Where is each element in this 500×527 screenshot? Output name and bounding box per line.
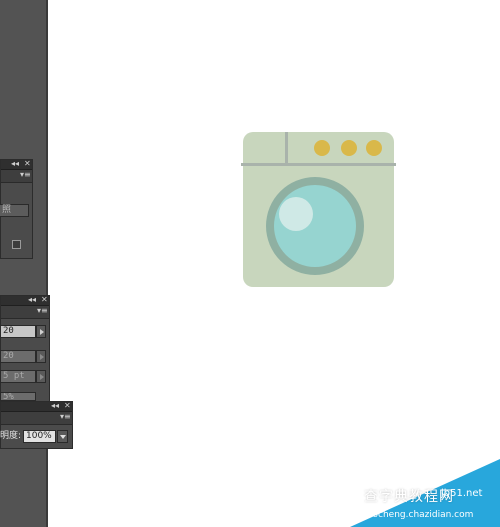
dropdown-icon[interactable] — [57, 430, 68, 443]
panel-tabbar: ▾≡ — [1, 412, 72, 425]
washer-panel-divider — [241, 163, 396, 166]
collapse-icon[interactable]: ◂◂ — [28, 295, 36, 305]
panel-top-field[interactable]: 照 — [0, 204, 29, 217]
washer-button-3 — [366, 140, 382, 156]
panel-menu-icon[interactable]: ▾≡ — [60, 412, 71, 422]
panel-menu-icon[interactable]: ▾≡ — [37, 306, 48, 316]
resize-corner-icon[interactable] — [12, 240, 21, 249]
collapse-icon[interactable]: ◂◂ — [51, 401, 59, 411]
close-icon[interactable]: ✕ — [24, 159, 31, 169]
floating-panel-stroke: ◂◂ ✕ ▾≡ 20 20 5 pt 5% — [0, 295, 50, 405]
panel-titlebar[interactable]: ◂◂ ✕ — [1, 295, 49, 306]
stroke-value-field[interactable]: 20 — [0, 325, 36, 338]
washer-button-2 — [341, 140, 357, 156]
panel-titlebar[interactable]: ◂◂ ✕ — [1, 401, 72, 412]
opacity-input[interactable]: 100% — [23, 430, 56, 443]
panel-tabbar: ▾≡ — [1, 170, 32, 183]
watermark-domain: jb51.net — [441, 488, 483, 499]
panel-menu-icon[interactable]: ▾≡ — [20, 170, 31, 180]
close-icon[interactable]: ✕ — [41, 295, 48, 305]
arrow-right-icon[interactable] — [36, 370, 46, 383]
arrow-right-icon[interactable] — [36, 350, 46, 363]
opacity-label: 明度: — [0, 431, 22, 441]
floating-panel-top: ◂◂ ✕ ▾≡ 照 — [0, 159, 33, 259]
stroke-weight-field[interactable]: 5 pt — [0, 370, 36, 383]
stroke-value-field-2[interactable]: 20 — [0, 350, 36, 363]
panel-titlebar[interactable]: ◂◂ ✕ — [1, 159, 32, 170]
watermark-url: jiaocheng.chazidian.com — [362, 510, 474, 520]
washer-door-highlight — [279, 197, 313, 231]
floating-panel-transparency: ◂◂ ✕ ▾≡ 明度: 100% — [0, 401, 73, 449]
washing-machine-illustration[interactable] — [240, 130, 396, 290]
collapse-icon[interactable]: ◂◂ — [11, 159, 19, 169]
washer-button-1 — [314, 140, 330, 156]
washer-panel-separator — [285, 132, 288, 164]
panel-tabbar: ▾≡ — [1, 306, 49, 319]
stroke-percent-field[interactable]: 5% — [0, 392, 36, 401]
arrow-right-icon[interactable] — [36, 325, 46, 338]
close-icon[interactable]: ✕ — [64, 401, 71, 411]
